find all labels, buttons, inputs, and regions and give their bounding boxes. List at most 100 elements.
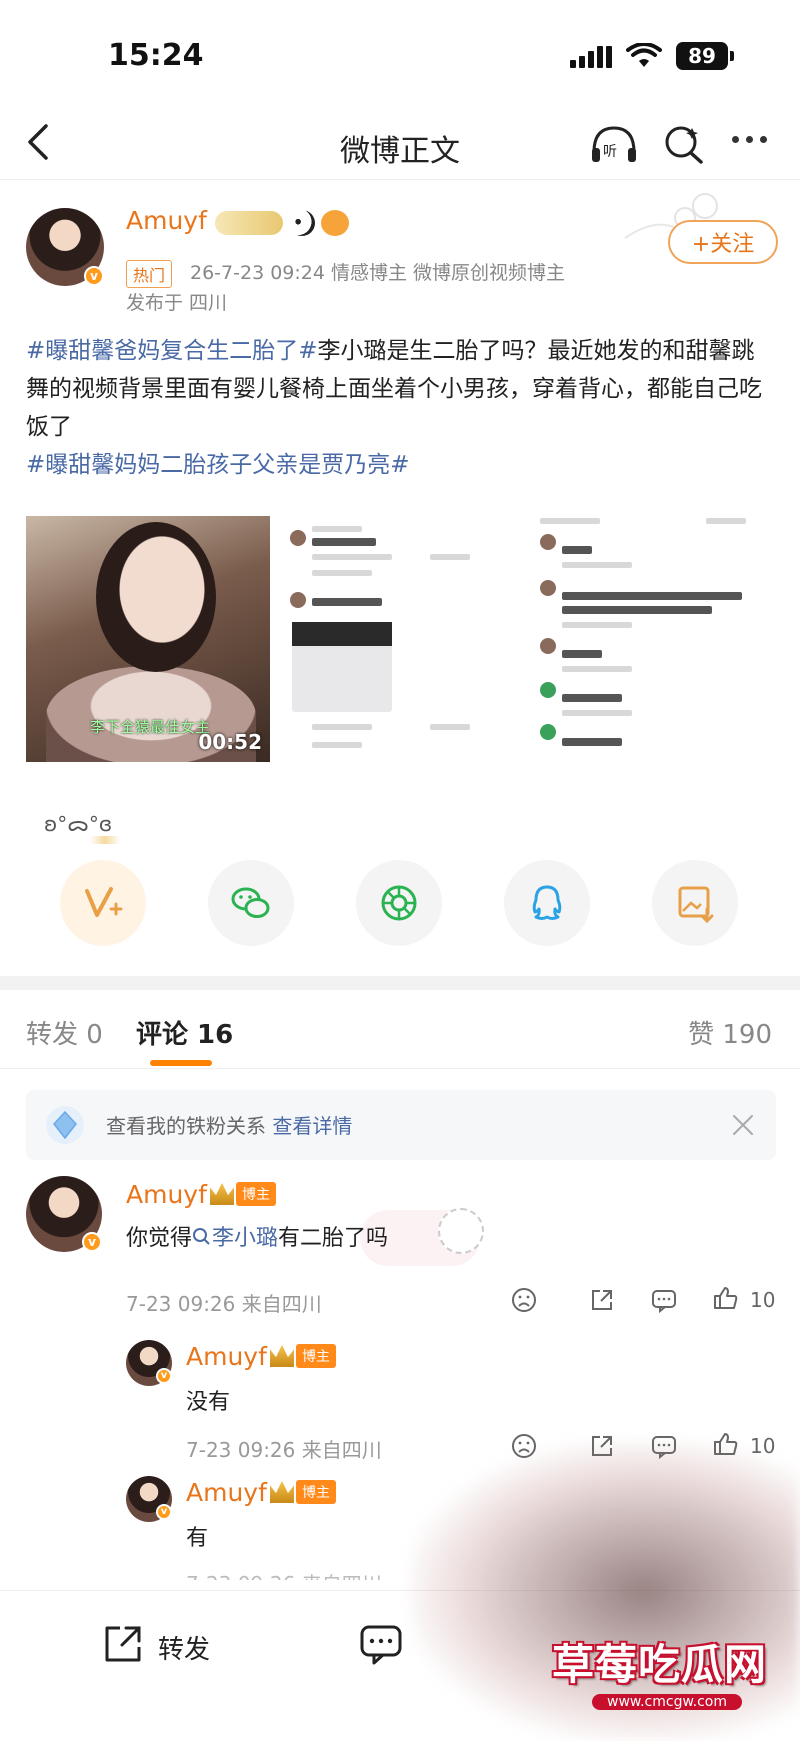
hashtag-link[interactable]: #曝甜馨爸妈复合生二胎了# [26, 338, 318, 364]
status-indicators: 89 [570, 42, 734, 70]
shot-line [312, 742, 362, 748]
reply-meta-partial: 7-23 09:26 来自四川 [186, 1568, 382, 1580]
share-qq-button[interactable] [504, 860, 590, 946]
comment-meta: 7-23 09:26 来自四川 [126, 1292, 322, 1316]
reply-text: 没有 [186, 1390, 231, 1415]
shot-line [562, 606, 712, 614]
verified-badge-icon: v [156, 1368, 172, 1384]
lion-badge-icon [321, 210, 349, 236]
tab-comments[interactable]: 评论 16 [136, 1014, 233, 1051]
tab-likes[interactable]: 赞 190 [688, 1014, 772, 1051]
hashtag-link[interactable]: #曝甜馨妈妈二胎孩子父亲是贾乃亮# [26, 452, 410, 478]
wifi-icon [626, 43, 662, 67]
share-wechat-button[interactable] [208, 860, 294, 946]
shot-avatar [540, 580, 556, 596]
bottom-action-bar: 转发 草莓吃瓜网 www.cmcgw.com [0, 1441, 800, 1741]
save-image-button[interactable] [652, 860, 738, 946]
reply-text: 有 [186, 1526, 209, 1551]
repost-button-label[interactable]: 转发 [158, 1629, 210, 1666]
share-weibo-button[interactable] [60, 860, 146, 946]
status-time: 15:24 [108, 38, 204, 73]
share-moments-button[interactable] [356, 860, 442, 946]
diamond-icon [46, 1106, 84, 1144]
shot-line [706, 518, 746, 524]
fan-relationship-notice[interactable]: 查看我的铁粉关系 查看详情 [26, 1090, 776, 1160]
owner-tag: 博主 [270, 1480, 336, 1504]
hot-tag: 热门 [126, 260, 173, 288]
shot-keyboard [292, 622, 392, 712]
search-icon [193, 1228, 210, 1245]
reply-meta: 7-23 09:26 来自四川 [186, 1438, 382, 1462]
follow-button[interactable]: +关注 [668, 220, 778, 264]
shot-line [562, 738, 622, 746]
screenshot-image[interactable] [280, 512, 530, 762]
crown-icon [270, 1345, 294, 1367]
shot-line [562, 546, 592, 554]
topic-search-link[interactable]: 李小璐 [192, 1226, 278, 1251]
battery-indicator: 89 [676, 42, 734, 70]
tabs-divider [0, 1068, 800, 1069]
video-duration: 00:52 [198, 730, 262, 754]
verified-badge-icon: v [84, 266, 104, 286]
share-icon[interactable] [588, 1286, 616, 1314]
section-divider [0, 976, 800, 990]
owner-tag: 博主 [270, 1344, 336, 1368]
post-location: 发布于 四川 [126, 292, 228, 314]
like-icon[interactable] [712, 1284, 740, 1312]
shot-line [430, 724, 470, 730]
dislike-icon[interactable] [510, 1286, 538, 1314]
shot-line [562, 710, 632, 716]
shot-avatar [290, 592, 306, 608]
listen-icon[interactable]: 听 [588, 122, 640, 166]
verified-badge-icon: v [82, 1232, 102, 1252]
emoji-tick [90, 836, 120, 844]
watermark-url: www.cmcgw.com [592, 1694, 742, 1710]
search-icon[interactable] [662, 122, 706, 166]
shot-line [312, 526, 362, 532]
reply-author[interactable]: Amuyf [186, 1478, 267, 1507]
comment-icon[interactable] [358, 1621, 404, 1667]
active-tab-indicator [150, 1060, 212, 1066]
shot-avatar [290, 530, 306, 546]
qq-icon [532, 885, 562, 920]
nav-bar: 微博正文 听 [0, 110, 800, 180]
shot-line [312, 598, 382, 606]
v-plus-icon [85, 887, 123, 917]
save-image-icon [678, 886, 714, 924]
screenshot-image[interactable] [526, 512, 776, 762]
watermark-logo: 草莓吃瓜网 www.cmcgw.com [552, 1631, 772, 1710]
close-icon[interactable] [730, 1112, 756, 1138]
tab-repost[interactable]: 转发 0 [26, 1014, 103, 1051]
shot-line [312, 570, 372, 576]
media-row: 李下全猿最佳女主 00:52 [26, 512, 776, 762]
video-face [96, 522, 216, 672]
status-bar: 15:24 89 [0, 0, 800, 110]
shot-line [562, 562, 632, 568]
shot-line [562, 694, 622, 702]
repost-icon[interactable] [100, 1621, 146, 1667]
user-badges [215, 210, 349, 236]
author-name[interactable]: Amuyf [126, 206, 207, 235]
post-meta: 26-7-23 09:24 情感博主 微博原创视频博主 [190, 262, 566, 284]
watermark-title: 草莓吃瓜网 [552, 1640, 768, 1689]
video-caption: 李下全猿最佳女主 [90, 718, 211, 736]
panda-badge-icon [289, 210, 315, 236]
emoji-decoration: ʚ°ᯅ°ɞ [44, 812, 113, 836]
view-details-link[interactable]: 查看详情 [272, 1114, 352, 1138]
shot-line [562, 592, 742, 600]
comment-icon[interactable] [650, 1286, 678, 1314]
video-thumbnail[interactable]: 李下全猿最佳女主 00:52 [26, 516, 270, 762]
post-header: v Amuyf 热门 26-7-23 09:24 情感博主 微博原创视频博主 发… [0, 190, 800, 320]
share-row [0, 860, 800, 950]
shot-avatar [540, 638, 556, 654]
more-icon[interactable] [732, 136, 767, 143]
comment-author[interactable]: Amuyf [126, 1180, 207, 1209]
reply-author[interactable]: Amuyf [186, 1342, 267, 1371]
svg-text:听: 听 [603, 144, 617, 160]
shot-line [540, 518, 600, 524]
crown-icon [210, 1183, 234, 1205]
post-body: #曝甜馨爸妈复合生二胎了#李小璐是生二胎了吗？最近她发的和甜馨跳舞的视频背景里面… [26, 332, 776, 484]
moments-icon [381, 885, 417, 921]
crown-icon [270, 1481, 294, 1503]
shot-line [562, 666, 632, 672]
